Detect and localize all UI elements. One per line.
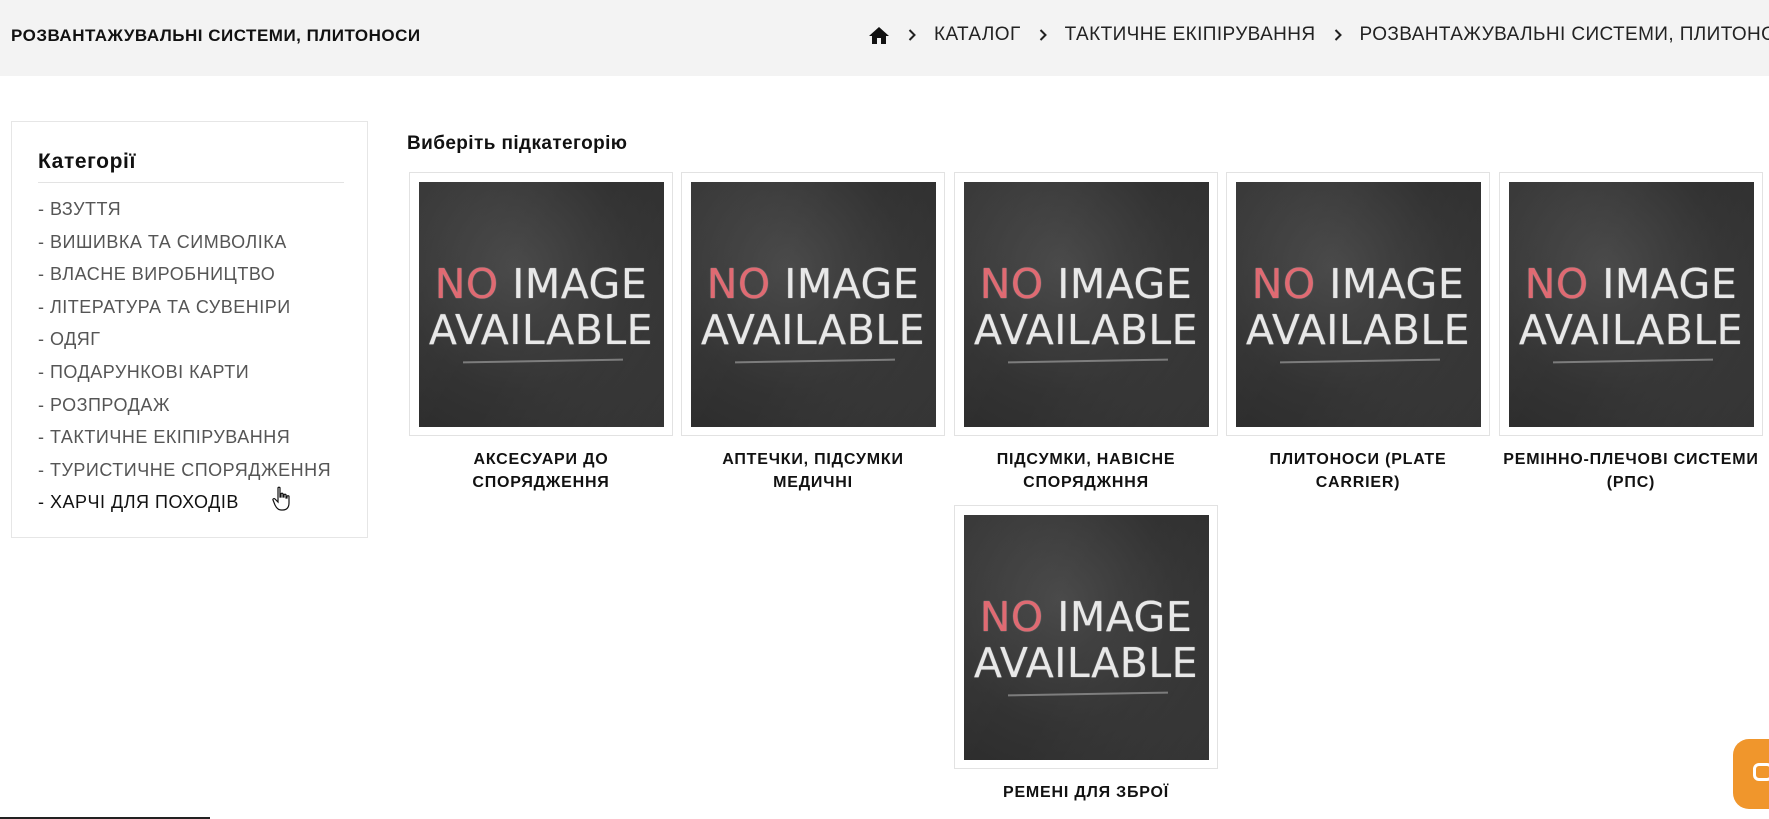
category-list: - ВЗУТТЯ - ВИШИВКА ТА СИМВОЛІКА - ВЛАСНЕ… — [38, 193, 331, 519]
subcategory-image[interactable]: NO IMAGE AVAILABLE — [1499, 172, 1763, 436]
breadcrumb-catalog[interactable]: КАТАЛОГ — [934, 24, 1021, 46]
subcategory-name[interactable]: ПІДСУМКИ, НАВІСНЕ СПОРЯДЖННЯ — [954, 448, 1218, 494]
sidebar-item-gift-cards[interactable]: - ПОДАРУНКОВІ КАРТИ — [38, 356, 331, 389]
no-image-placeholder: NO IMAGE AVAILABLE — [690, 181, 936, 427]
subcategory-image[interactable]: NO IMAGE AVAILABLE — [681, 172, 945, 436]
subcategory-tile[interactable]: NO IMAGE AVAILABLE РЕМІННО-ПЛЕЧОВІ СИСТЕ… — [1499, 172, 1763, 494]
page-title: РОЗВАНТАЖУВАЛЬНІ СИСТЕМИ, ПЛИТОНОСИ — [11, 26, 421, 45]
no-image-placeholder: NO IMAGE AVAILABLE — [963, 181, 1209, 427]
sidebar-item-tactical[interactable]: - ТАКТИЧНЕ ЕКІПІРУВАННЯ — [38, 421, 331, 454]
chat-icon — [1753, 763, 1769, 781]
subcategory-tile[interactable]: NO IMAGE AVAILABLE АКСЕСУАРИ ДО СПОРЯДЖЕ… — [409, 172, 673, 494]
chevron-right-icon — [908, 29, 916, 41]
subcategory-tile[interactable]: NO IMAGE AVAILABLE ПІДСУМКИ, НАВІСНЕ СПО… — [954, 172, 1218, 494]
no-image-placeholder: NO IMAGE AVAILABLE — [418, 181, 664, 427]
sidebar-item-literature[interactable]: - ЛІТЕРАТУРА ТА СУВЕНІРИ — [38, 291, 331, 324]
sidebar-title: Категорії — [38, 150, 344, 183]
subcategory-tile[interactable]: NO IMAGE AVAILABLE АПТЕЧКИ, ПІДСУМКИ МЕД… — [681, 172, 945, 494]
home-icon[interactable] — [868, 26, 890, 45]
no-image-placeholder: NO IMAGE AVAILABLE — [1508, 181, 1754, 427]
chat-button[interactable] — [1733, 739, 1769, 809]
categories-sidebar: Категорії - ВЗУТТЯ - ВИШИВКА ТА СИМВОЛІК… — [11, 121, 368, 538]
hand-pointer-icon — [272, 486, 292, 517]
subcategory-name[interactable]: АКСЕСУАРИ ДО СПОРЯДЖЕННЯ — [409, 448, 673, 494]
subcategory-name[interactable]: РЕМІННО-ПЛЕЧОВІ СИСТЕМИ (РПС) — [1499, 448, 1763, 494]
subcategory-tile[interactable]: NO IMAGE AVAILABLE РЕМЕНІ ДЛЯ ЗБРОЇ — [954, 505, 1218, 804]
subcategory-image[interactable]: NO IMAGE AVAILABLE — [954, 172, 1218, 436]
subcategory-image[interactable]: NO IMAGE AVAILABLE — [954, 505, 1218, 769]
sidebar-item-embroidery[interactable]: - ВИШИВКА ТА СИМВОЛІКА — [38, 226, 331, 259]
page-header: РОЗВАНТАЖУВАЛЬНІ СИСТЕМИ, ПЛИТОНОСИ КАТА… — [0, 0, 1769, 76]
sidebar-item-tourist[interactable]: - ТУРИСТИЧНЕ СПОРЯДЖЕННЯ — [38, 454, 331, 487]
subcategory-tile[interactable]: NO IMAGE AVAILABLE ПЛИТОНОСИ (PLATE CARR… — [1226, 172, 1490, 494]
sidebar-item-clothing[interactable]: - ОДЯГ — [38, 323, 331, 356]
subcategory-name[interactable]: РЕМЕНІ ДЛЯ ЗБРОЇ — [954, 781, 1218, 804]
breadcrumb: КАТАЛОГ ТАКТИЧНЕ ЕКІПІРУВАННЯ РОЗВАНТАЖУ… — [868, 24, 1769, 46]
subcategory-name[interactable]: ПЛИТОНОСИ (PLATE CARRIER) — [1226, 448, 1490, 494]
no-image-placeholder: NO IMAGE AVAILABLE — [963, 514, 1209, 760]
subcategory-image[interactable]: NO IMAGE AVAILABLE — [1226, 172, 1490, 436]
subcategory-image[interactable]: NO IMAGE AVAILABLE — [409, 172, 673, 436]
subcategory-name[interactable]: АПТЕЧКИ, ПІДСУМКИ МЕДИЧНІ — [681, 448, 945, 494]
no-image-placeholder: NO IMAGE AVAILABLE — [1235, 181, 1481, 427]
chevron-right-icon — [1334, 29, 1342, 41]
sidebar-item-sale[interactable]: - РОЗПРОДАЖ — [38, 389, 331, 422]
sidebar-item-footwear[interactable]: - ВЗУТТЯ — [38, 193, 331, 226]
chevron-right-icon — [1039, 29, 1047, 41]
subcategory-heading: Виберіть підкатегорію — [407, 133, 628, 154]
sidebar-item-own-production[interactable]: - ВЛАСНЕ ВИРОБНИЦТВО — [38, 258, 331, 291]
breadcrumb-tactical-equipment[interactable]: ТАКТИЧНЕ ЕКІПІРУВАННЯ — [1065, 24, 1316, 46]
breadcrumb-current: РОЗВАНТАЖУВАЛЬНІ СИСТЕМИ, ПЛИТОНОСИ — [1359, 24, 1769, 45]
